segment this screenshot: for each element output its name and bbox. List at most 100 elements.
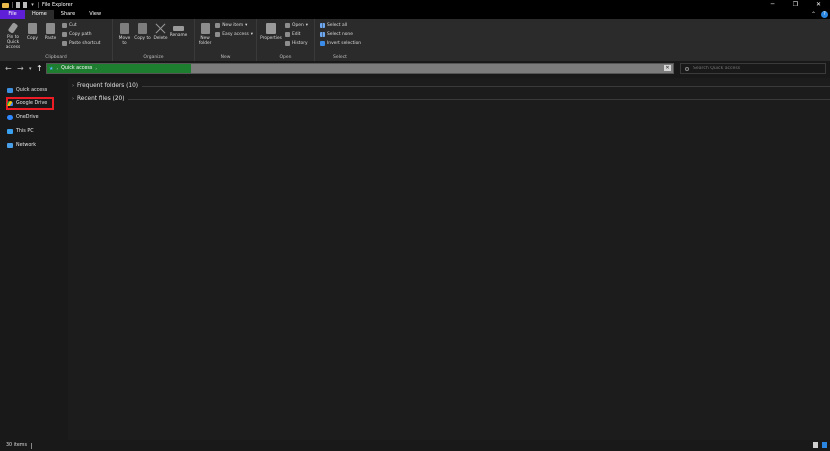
invert-selection-button[interactable]: Invert selection	[320, 40, 361, 47]
forward-icon[interactable]: →	[17, 64, 24, 74]
nav-item-quick-access[interactable]: Quick access	[7, 85, 47, 96]
ribbon-tabs: File Home Share View ⌃ ?	[0, 10, 830, 19]
quick-access-star-icon: ★	[49, 65, 54, 72]
minimize-ribbon-icon[interactable]: ⌃	[811, 11, 816, 18]
paste-icon	[46, 23, 55, 34]
chevron-right-icon[interactable]: ›	[95, 66, 97, 71]
copy-icon	[28, 23, 37, 34]
chevron-down-icon: ▾	[245, 23, 248, 28]
network-icon	[7, 143, 13, 148]
group-label: Open	[279, 55, 292, 60]
search-icon	[685, 66, 689, 71]
star-icon	[7, 88, 13, 93]
properties-icon[interactable]	[16, 2, 20, 8]
separator	[30, 442, 32, 449]
open-group: Properties Open ▾ Edit History Open	[257, 19, 315, 61]
address-bar[interactable]: ★ › Quick access › ✕	[46, 63, 674, 74]
cut-button[interactable]: Cut	[62, 22, 100, 29]
clipboard-group: Pin to Quick access Copy Paste Cut Copy …	[0, 19, 113, 61]
tab-home[interactable]: Home	[25, 10, 54, 19]
rename-icon	[173, 26, 184, 31]
copy-to-icon	[138, 23, 147, 34]
chevron-down-icon: ▾	[305, 23, 308, 28]
close-button[interactable]: ✕	[807, 0, 830, 10]
chevron-down-icon: ▾	[250, 32, 253, 37]
chevron-right-icon: ›	[72, 96, 74, 102]
chevron-right-icon: ›	[56, 66, 59, 71]
paste-shortcut-button[interactable]: Paste shortcut	[62, 40, 100, 47]
edit-button[interactable]: Edit	[285, 31, 308, 38]
address-location: Quick access	[61, 66, 93, 71]
tab-share[interactable]: Share	[54, 10, 82, 19]
back-icon[interactable]: ←	[5, 64, 12, 74]
divider	[142, 86, 830, 87]
divider	[128, 99, 830, 100]
search-box[interactable]	[680, 63, 826, 74]
customize-toolbar-icon[interactable]: ▾	[30, 2, 35, 8]
select-none-button[interactable]: Select none	[320, 31, 361, 38]
recent-files-group[interactable]: › Recent files (20)	[72, 95, 124, 103]
history-icon	[285, 41, 290, 46]
properties-icon	[266, 23, 276, 34]
group-label: New	[220, 55, 231, 60]
paste-shortcut-icon	[62, 41, 67, 46]
computer-icon	[7, 129, 13, 134]
group-label: Clipboard	[45, 55, 67, 60]
select-all-button[interactable]: Select all	[320, 22, 361, 29]
help-icon[interactable]: ?	[821, 11, 828, 18]
tab-view[interactable]: View	[82, 10, 108, 19]
item-count: 30 items	[6, 443, 27, 448]
new-group: New folder New item ▾ Easy access ▾ New	[195, 19, 257, 61]
nav-item-this-pc[interactable]: This PC	[7, 126, 34, 137]
file-list: › Frequent folders (10) › Recent files (…	[68, 78, 830, 440]
edit-icon	[285, 32, 290, 37]
new-item-button[interactable]: New item ▾	[215, 22, 253, 29]
copy-path-button[interactable]: Copy path	[62, 31, 100, 38]
restore-button[interactable]: ❐	[784, 0, 807, 10]
delete-icon	[156, 23, 165, 34]
search-input[interactable]	[693, 66, 813, 71]
scissors-icon	[62, 23, 67, 28]
organize-group: Move to Copy to Delete Rename Organize	[113, 19, 195, 61]
easy-access-button[interactable]: Easy access ▾	[215, 31, 253, 38]
google-drive-icon	[7, 101, 13, 106]
separator	[38, 2, 39, 8]
recent-locations-icon[interactable]: ▾	[29, 64, 32, 74]
chevron-right-icon: ›	[72, 83, 74, 89]
new-folder-icon[interactable]	[23, 2, 27, 8]
history-button[interactable]: History	[285, 40, 308, 47]
easy-access-icon	[215, 32, 221, 37]
group-label: Select	[333, 55, 347, 60]
folder-icon	[2, 2, 9, 8]
tab-file[interactable]: File	[0, 10, 25, 19]
title-bar: ▾ File Explorer ─ ❐ ✕	[0, 0, 830, 10]
nav-item-onedrive[interactable]: OneDrive	[7, 112, 39, 123]
copy-path-icon	[62, 32, 67, 37]
new-item-icon	[215, 23, 221, 28]
open-icon	[285, 23, 290, 28]
large-icons-view-icon[interactable]	[822, 442, 827, 448]
frequent-folders-group[interactable]: › Frequent folders (10)	[72, 82, 138, 90]
select-all-icon	[320, 23, 325, 28]
up-icon[interactable]: ↑	[36, 64, 43, 74]
new-folder-icon	[200, 23, 210, 34]
minimize-button[interactable]: ─	[761, 0, 784, 10]
details-view-icon[interactable]	[813, 442, 818, 448]
window-title: File Explorer	[42, 2, 73, 8]
navigation-pane: Quick access Google Drive OneDrive This …	[0, 78, 67, 440]
separator	[12, 2, 13, 8]
nav-item-network[interactable]: Network	[7, 140, 36, 151]
cloud-icon	[7, 115, 13, 120]
select-none-icon	[320, 32, 325, 37]
status-bar: 30 items	[0, 440, 830, 451]
pin-icon	[7, 22, 19, 34]
nav-item-google-drive[interactable]: Google Drive	[7, 98, 47, 109]
ribbon: Pin to Quick access Copy Paste Cut Copy …	[0, 19, 830, 61]
select-group: Select all Select none Invert selection …	[315, 19, 365, 61]
address-progress-fill: ★ › Quick access ›	[47, 64, 191, 73]
move-to-icon	[120, 23, 129, 34]
open-button[interactable]: Open ▾	[285, 22, 308, 29]
group-label: Organize	[143, 55, 164, 60]
stop-icon[interactable]: ✕	[664, 65, 671, 71]
invert-selection-icon	[320, 41, 325, 46]
